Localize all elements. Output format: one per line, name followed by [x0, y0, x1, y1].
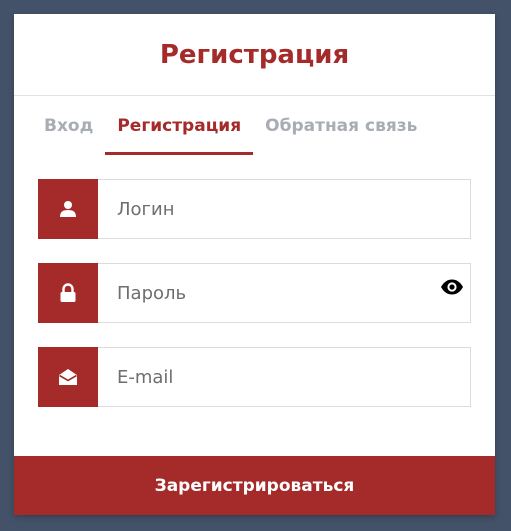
login-input[interactable]	[98, 179, 471, 239]
page-title: Регистрация	[159, 40, 350, 70]
register-button[interactable]: Зарегистрироваться	[14, 456, 495, 515]
login-field-group	[38, 179, 471, 239]
email-field-group	[38, 347, 471, 407]
email-input[interactable]	[98, 347, 471, 407]
password-input[interactable]	[98, 263, 471, 323]
user-icon	[38, 179, 98, 239]
envelope-open-icon	[38, 347, 98, 407]
card-header: Регистрация	[14, 14, 495, 96]
tab-bar: Вход Регистрация Обратная связь	[32, 110, 429, 155]
tab-feedback[interactable]: Обратная связь	[253, 110, 429, 155]
eye-icon[interactable]	[439, 277, 465, 297]
lock-icon	[38, 263, 98, 323]
tab-login[interactable]: Вход	[32, 110, 105, 155]
password-field-group	[38, 263, 471, 323]
registration-card: Регистрация Вход Регистрация Обратная св…	[14, 14, 495, 515]
tab-registration[interactable]: Регистрация	[105, 110, 254, 155]
